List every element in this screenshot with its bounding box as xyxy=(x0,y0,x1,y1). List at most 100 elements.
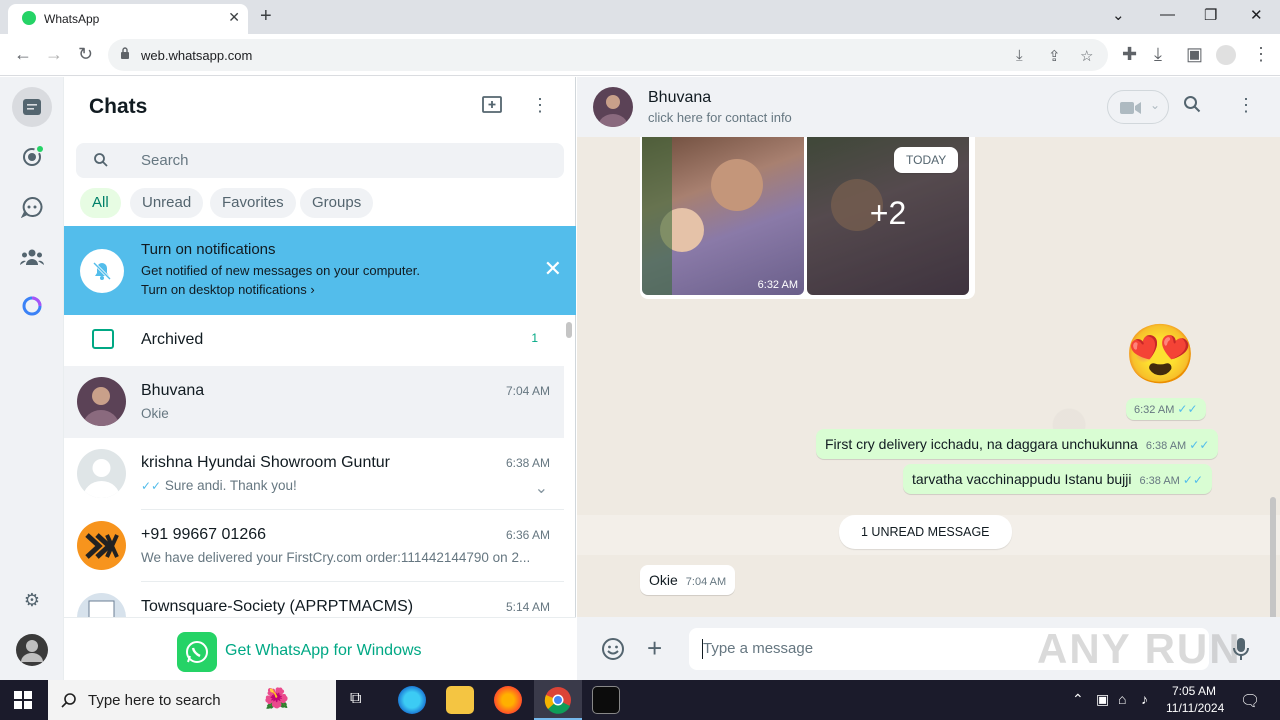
browser-toolbar: ← → ↻ web.whatsapp.com ⤓ ⇪ ☆ ✚ ⤓ ▣ ⋮ xyxy=(0,34,1280,76)
dismiss-notification-icon[interactable]: ✕ xyxy=(544,256,562,282)
lock-icon xyxy=(121,47,129,59)
chat-row-krishna-hyundai[interactable]: krishna Hyundai Showroom Guntur 6:38 AM … xyxy=(64,438,564,510)
filter-chip-favorites[interactable]: Favorites xyxy=(210,188,296,218)
avatar xyxy=(77,593,126,617)
profile-avatar-icon[interactable] xyxy=(1216,45,1236,65)
address-bar[interactable]: web.whatsapp.com ⤓ ⇪ ☆ xyxy=(108,39,1108,71)
settings-gear-icon[interactable]: ⚙ xyxy=(12,580,52,620)
whatsapp-favicon-icon xyxy=(22,11,36,25)
search-icon[interactable] xyxy=(1183,95,1201,118)
terminal-icon[interactable] xyxy=(592,686,620,714)
extensions-puzzle-icon[interactable]: ✚ xyxy=(1122,44,1137,65)
chat-time: 5:14 AM xyxy=(505,600,550,614)
get-whatsapp-label: Get WhatsApp for Windows xyxy=(225,642,422,659)
album-photo[interactable]: 6:32 AM xyxy=(642,137,804,295)
reload-icon[interactable]: ↻ xyxy=(78,44,93,65)
microphone-icon[interactable] xyxy=(1233,637,1249,667)
notification-title: Turn on notifications xyxy=(141,241,276,258)
archived-row[interactable]: Archived 1 xyxy=(64,315,564,365)
conversation-scrollbar[interactable] xyxy=(1270,497,1276,617)
chrome-icon xyxy=(544,687,571,714)
chat-row-bhuvana[interactable]: Bhuvana 7:04 AM Okie xyxy=(64,366,564,438)
tray-device-icon[interactable]: ▣ xyxy=(1096,691,1109,708)
outgoing-message[interactable]: First cry delivery icchadu, na daggara u… xyxy=(816,429,1219,459)
sidebar-menu-icon[interactable]: ⋮ xyxy=(531,95,549,116)
chevron-down-icon[interactable]: ⌄ xyxy=(535,478,548,498)
status-nav-icon[interactable] xyxy=(12,137,52,177)
chat-last-message: We have delivered your FirstCry.com orde… xyxy=(141,550,531,565)
file-explorer-icon[interactable] xyxy=(446,686,474,714)
archive-icon xyxy=(92,329,114,349)
profile-avatar[interactable] xyxy=(12,630,52,670)
window-close-icon[interactable]: ✕ xyxy=(1250,6,1263,24)
chrome-taskbar-active[interactable] xyxy=(534,680,582,720)
volume-icon[interactable]: ♪ xyxy=(1141,691,1148,707)
incoming-message[interactable]: Okie 7:04 AM xyxy=(640,565,736,595)
outgoing-message[interactable]: tarvatha vacchinappudu Istanu bujji 6:38 … xyxy=(903,464,1213,494)
chats-nav-icon[interactable] xyxy=(12,87,52,127)
install-app-icon[interactable]: ⤓ xyxy=(1016,47,1023,64)
downloads-icon[interactable]: ⤓ xyxy=(1154,44,1162,65)
bookmark-star-icon[interactable]: ☆ xyxy=(1080,47,1093,65)
contact-name: Bhuvana xyxy=(648,89,712,106)
windows-start-icon[interactable] xyxy=(14,691,32,709)
new-chat-icon[interactable] xyxy=(482,95,502,118)
chat-name: +91 99667 01266 xyxy=(141,526,267,543)
attach-plus-icon[interactable]: + xyxy=(647,633,662,664)
taskbar-clock-date[interactable]: 11/11/2024 xyxy=(1166,701,1224,715)
url-text: web.whatsapp.com xyxy=(141,48,253,63)
read-ticks-icon: ✓✓ xyxy=(1189,438,1210,452)
communities-nav-icon[interactable] xyxy=(12,237,52,277)
chat-time: 7:04 AM xyxy=(505,384,550,398)
chat-last-message: Okie xyxy=(141,406,169,421)
album-time: 6:32 AM xyxy=(757,279,798,291)
search-icon xyxy=(94,153,108,167)
channels-nav-icon[interactable] xyxy=(12,187,52,227)
notifications-icon[interactable]: 🗨 xyxy=(1240,691,1260,711)
taskbar-search-placeholder: Type here to search xyxy=(88,692,221,709)
default-avatar-icon xyxy=(77,449,126,498)
edge-browser-icon[interactable] xyxy=(398,686,426,714)
share-icon[interactable]: ⇪ xyxy=(1048,47,1061,65)
taskbar-clock-time[interactable]: 7:05 AM xyxy=(1172,684,1216,698)
network-icon[interactable]: ⌂ xyxy=(1118,691,1126,707)
tab-search-chevron-icon[interactable]: ⌄ xyxy=(1112,6,1125,24)
enable-notifications-link[interactable]: Turn on desktop notifications › xyxy=(141,282,315,297)
filter-chip-unread[interactable]: Unread xyxy=(130,188,204,218)
conversation-header[interactable]: Bhuvana click here for contact info ⌄ ⋮ xyxy=(577,77,1280,137)
tab-close-icon[interactable]: ✕ xyxy=(228,9,240,26)
chat-list-sidebar: Chats ⋮ Search All Unread Favorites Grou… xyxy=(64,77,576,680)
chat-row-townsquare[interactable]: Townsquare-Society (APRPTMACMS) 5:14 AM xyxy=(64,582,564,617)
browser-tab-whatsapp[interactable]: WhatsApp ✕ xyxy=(8,4,248,34)
taskbar-search-box[interactable]: Type here to search 🌺 xyxy=(48,680,336,720)
restore-icon[interactable]: ❐ xyxy=(1204,6,1217,24)
chevron-right-icon: › xyxy=(310,282,315,297)
emoji-icon[interactable] xyxy=(601,637,625,667)
tray-overflow-chevron-icon[interactable]: ⌃ xyxy=(1072,691,1084,708)
browser-menu-icon[interactable]: ⋮ xyxy=(1252,44,1270,65)
video-call-button[interactable]: ⌄ xyxy=(1107,90,1169,124)
read-ticks-icon: ✓✓ xyxy=(1177,402,1198,416)
search-highlight-poppy-icon: 🌺 xyxy=(264,688,289,710)
search-input[interactable]: Search xyxy=(76,143,564,178)
emoji-message: 😍 xyxy=(1124,322,1197,387)
filter-chip-all[interactable]: All xyxy=(80,188,121,218)
conversation-menu-icon[interactable]: ⋮ xyxy=(1237,95,1255,116)
meta-ai-icon[interactable] xyxy=(12,286,52,326)
firefox-icon[interactable] xyxy=(494,686,522,714)
navigation-rail: ⚙ xyxy=(0,77,64,680)
back-arrow-icon[interactable]: ← xyxy=(14,44,32,65)
contact-avatar[interactable] xyxy=(593,87,633,127)
side-panel-icon[interactable]: ▣ xyxy=(1186,44,1203,65)
task-view-icon[interactable]: ⧉ xyxy=(350,690,361,708)
get-whatsapp-for-windows-link[interactable]: Get WhatsApp for Windows xyxy=(64,617,576,680)
message-text: tarvatha vacchinappudu Istanu bujji xyxy=(912,471,1132,487)
forward-arrow-icon[interactable]: → xyxy=(45,44,63,65)
filter-chip-groups[interactable]: Groups xyxy=(300,188,374,218)
contact-info-hint: click here for contact info xyxy=(648,110,792,125)
chat-row-phone-number[interactable]: +91 99667 01266 6:36 AM We have delivere… xyxy=(64,510,564,582)
minimize-icon[interactable]: — xyxy=(1160,6,1175,23)
message-text: Okie xyxy=(649,572,678,588)
sidebar-scrollbar[interactable] xyxy=(566,322,572,338)
new-tab-icon[interactable]: + xyxy=(260,5,272,28)
